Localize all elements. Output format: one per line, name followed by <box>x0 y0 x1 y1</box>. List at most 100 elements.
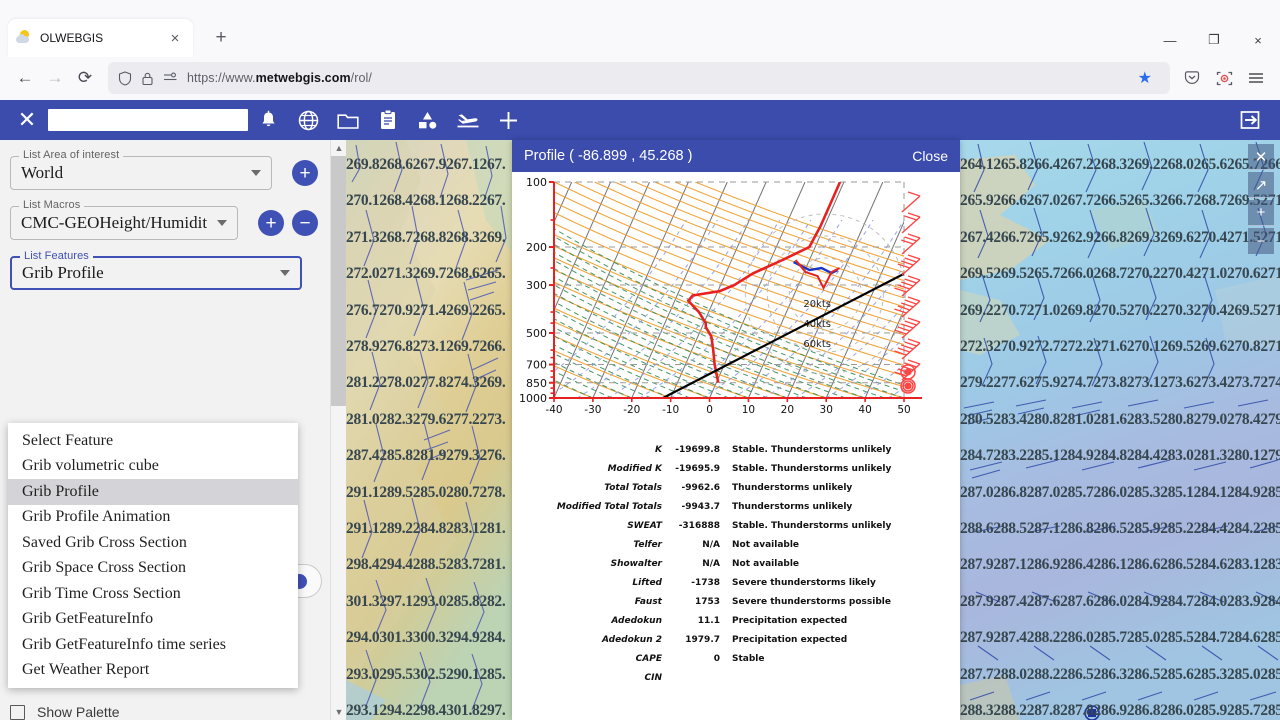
index-value: -19695.9 <box>675 463 720 474</box>
show-palette-checkbox[interactable] <box>10 704 25 720</box>
index-value: 1979.7 <box>685 634 720 645</box>
tab-title: OLWEBGIS <box>40 31 104 45</box>
feature-option-4[interactable]: Saved Grib Cross Section <box>8 530 298 556</box>
profile-close-button[interactable]: Close <box>912 148 948 164</box>
index-row: Showalter N/A Not available <box>512 554 960 573</box>
feature-option-8[interactable]: Grib GetFeatureInfo time series <box>8 632 298 658</box>
hamburger-menu-icon[interactable] <box>1242 64 1270 92</box>
scroll-down-icon[interactable]: ▼ <box>331 704 347 720</box>
x-tick-label: -20 <box>623 404 640 416</box>
macros-select[interactable]: List Macros CMC-GEOHeight/Humidit <box>10 199 238 240</box>
left-panel-scrollbar[interactable]: ▲ ▼ <box>330 140 347 720</box>
x-tick-label: 20 <box>781 404 794 416</box>
index-name: Adedokun 2 <box>601 634 662 645</box>
folder-icon[interactable] <box>328 100 368 140</box>
map-value-row: 269.2270.7271.0269.8270.5270.2270.3270.4… <box>960 301 1280 319</box>
url-text: https://www.metwebgis.com/rol/ <box>187 71 373 85</box>
scroll-up-icon[interactable]: ▲ <box>331 140 347 156</box>
browser-tab[interactable]: OLWEBGIS × <box>8 19 193 57</box>
logout-icon[interactable] <box>1230 100 1270 140</box>
map-zoom-out-icon[interactable]: − <box>1248 228 1274 254</box>
app-toolbar: ✕ <box>0 100 1280 140</box>
map-value-row: 293.0295.5302.5290.1285. <box>346 665 506 683</box>
y-tick-label: 200 <box>526 241 547 254</box>
map-close-icon[interactable]: ✕ <box>1248 144 1274 170</box>
window-minimize-button[interactable]: — <box>1148 26 1192 54</box>
index-name: Faust <box>634 596 662 607</box>
index-description: Severe thunderstorms likely <box>732 577 876 588</box>
y-tick-label: 500 <box>526 327 547 340</box>
index-value: 0 <box>713 653 720 664</box>
feature-option-2[interactable]: Grib Profile <box>8 479 298 505</box>
x-tick-label: 30 <box>820 404 833 416</box>
map-viewport-left[interactable]: 269.8268.6267.9267.1267. 270.1268.4268.12… <box>346 140 518 720</box>
map-value-row: 280.5283.4280.8281.0281.6283.5280.8279.0… <box>960 410 1280 428</box>
feature-option-0[interactable]: Select Feature <box>8 428 298 454</box>
index-value: 1753 <box>694 596 720 607</box>
shapes-icon[interactable] <box>408 100 448 140</box>
tracking-protection-icon[interactable] <box>163 71 178 85</box>
url-bar[interactable]: https://www.metwebgis.com/rol/ ★ <box>108 62 1170 94</box>
index-row: Adedokun 11.1 Precipitation expected <box>512 611 960 630</box>
add-area-of-interest-button[interactable]: + <box>292 160 318 186</box>
show-palette-row[interactable]: Show Palette <box>10 704 120 720</box>
app-search-input[interactable] <box>48 109 248 131</box>
map-value-row: 288.3288.2287.8287.8286.9286.8286.0285.9… <box>960 702 1280 719</box>
x-tick-label: 40 <box>858 404 871 416</box>
scrollbar-thumb[interactable] <box>331 156 347 406</box>
map-value-row: 301.3297.1293.0285.8282. <box>346 592 506 610</box>
tab-close-icon[interactable]: × <box>165 30 185 47</box>
map-viewport-right[interactable]: 264.1265.8266.4267.2268.3269.2268.0265.6… <box>960 140 1280 720</box>
show-palette-label: Show Palette <box>37 704 120 720</box>
feature-option-3[interactable]: Grib Profile Animation <box>8 505 298 531</box>
window-close-button[interactable]: × <box>1236 26 1280 54</box>
bell-icon[interactable] <box>248 100 288 140</box>
clipboard-icon[interactable] <box>368 100 408 140</box>
index-description: Precipitation expected <box>732 615 848 626</box>
index-row: Faust 1753 Severe thunderstorms possible <box>512 592 960 611</box>
map-zoom-in-icon[interactable]: + <box>1248 200 1274 226</box>
back-button[interactable]: ← <box>10 63 40 93</box>
feature-option-1[interactable]: Grib volumetric cube <box>8 454 298 480</box>
index-value: -9962.6 <box>681 482 720 493</box>
features-field-wrap: List Features Grib Profile <box>10 250 302 290</box>
airplane-landing-icon[interactable] <box>448 100 488 140</box>
index-name: SWEAT <box>627 520 662 531</box>
globe-icon[interactable] <box>288 100 328 140</box>
area-of-interest-select[interactable]: List Area of interest World <box>10 149 272 190</box>
navigation-bar: ← → ⟳ https://www.metwebgis.com/rol/ ★ <box>0 56 1280 100</box>
forward-button[interactable]: → <box>40 63 70 93</box>
area-of-interest-field-wrap: List Area of interest World + <box>10 149 318 190</box>
index-name: Showalter <box>610 558 662 569</box>
features-dropdown-list[interactable]: Select Feature Grib volumetric cube Grib P… <box>8 423 298 688</box>
map-value-row: 281.0282.3279.6277.2273. <box>346 410 506 428</box>
new-tab-button[interactable]: + <box>207 27 235 49</box>
reload-button[interactable]: ⟳ <box>70 63 100 93</box>
app-close-icon[interactable]: ✕ <box>10 109 44 131</box>
feature-option-7[interactable]: Grib GetFeatureInfo <box>8 607 298 633</box>
bookmark-star-icon[interactable]: ★ <box>1130 68 1160 88</box>
index-value: N/A <box>702 539 720 550</box>
map-expand-icon[interactable]: ↗ <box>1248 172 1274 198</box>
index-value: -316888 <box>678 520 720 531</box>
feature-option-5[interactable]: Grib Space Cross Section <box>8 556 298 582</box>
area-of-interest-legend: List Area of interest <box>19 149 124 161</box>
screenshot-icon[interactable] <box>1210 64 1238 92</box>
plus-icon[interactable] <box>488 100 528 140</box>
save-to-pocket-icon[interactable] <box>1178 64 1206 92</box>
feature-option-6[interactable]: Grib Time Cross Section <box>8 581 298 607</box>
map-value-row: 264.1265.8266.4267.2268.3269.2268.0265.6… <box>960 156 1280 173</box>
map-controls: ✕ ↗ + − <box>1248 144 1274 256</box>
feature-option-9[interactable]: Get Weather Report <box>8 658 298 684</box>
index-row: Modified K -19695.9 Stable. Thunderstorms … <box>512 459 960 478</box>
index-name: Adedokun <box>611 615 662 626</box>
map-value-row: 294.0301.3300.3294.9284. <box>346 629 506 647</box>
window-maximize-button[interactable]: ❐ <box>1192 26 1236 54</box>
add-macro-button[interactable]: + <box>258 210 284 236</box>
map-value-row: 284.7283.2285.1284.9284.8284.4283.0281.3… <box>960 447 1280 465</box>
tab-strip: OLWEBGIS × + <box>0 0 1280 57</box>
index-description: Thunderstorms unlikely <box>732 501 853 512</box>
remove-macro-button[interactable]: − <box>292 210 318 236</box>
features-legend: List Features <box>20 250 93 262</box>
features-select[interactable]: List Features Grib Profile <box>10 250 302 290</box>
